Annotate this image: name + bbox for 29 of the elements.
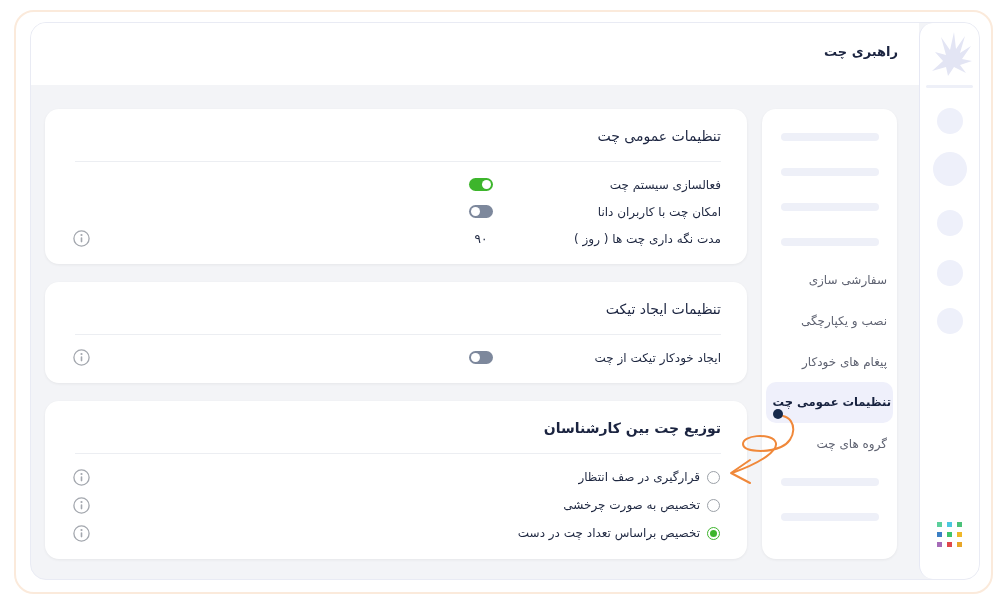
toggle-switch[interactable] [469, 205, 493, 218]
radio-button[interactable] [707, 470, 720, 484]
info-icon[interactable] [73, 524, 90, 542]
radio-button[interactable] [707, 526, 720, 540]
setting-label: ایجاد خودکار تیکت از چت [593, 349, 721, 367]
setting-label: فعالسازی سیستم چت [608, 176, 721, 194]
section-title: توزیع چت بین کارشناسان [543, 418, 721, 439]
setting-label: مدت نگه داری چت ها ( روز ) [573, 230, 721, 248]
toggle-switch[interactable] [469, 178, 493, 191]
info-icon[interactable] [73, 230, 90, 247]
option-label: قرارگیری در صف انتظار [578, 469, 700, 486]
info-icon[interactable] [73, 349, 90, 366]
info-icon[interactable] [73, 468, 90, 486]
page-title: راهبری چت [824, 43, 898, 62]
toggle-switch[interactable] [469, 351, 493, 364]
value-text: ۹۰ [474, 230, 488, 248]
info-icon[interactable] [73, 496, 90, 514]
sidebar-item[interactable]: گروه های چت [766, 423, 893, 464]
section-title: تنظیمات ایجاد تیکت [605, 299, 721, 319]
setting-label: امکان چت با کاربران دانا [596, 203, 721, 221]
section-title: تنظیمات عمومی چت [597, 126, 721, 147]
radio-button[interactable] [707, 498, 720, 512]
option-label: تخصیص به صورت چرخشی [563, 497, 700, 514]
option-label: تخصیص براساس تعداد چت در دست [517, 525, 700, 542]
sidebar-item[interactable]: پیغام های خودکار [766, 341, 893, 382]
app-grid-icon[interactable] [937, 522, 962, 547]
sidebar-item[interactable]: تنظیمات عمومی چت [766, 382, 893, 423]
sidebar-item[interactable]: نصب و یکپارچگی [766, 300, 893, 341]
sidebar-item[interactable]: سفارشی سازی [766, 259, 893, 300]
